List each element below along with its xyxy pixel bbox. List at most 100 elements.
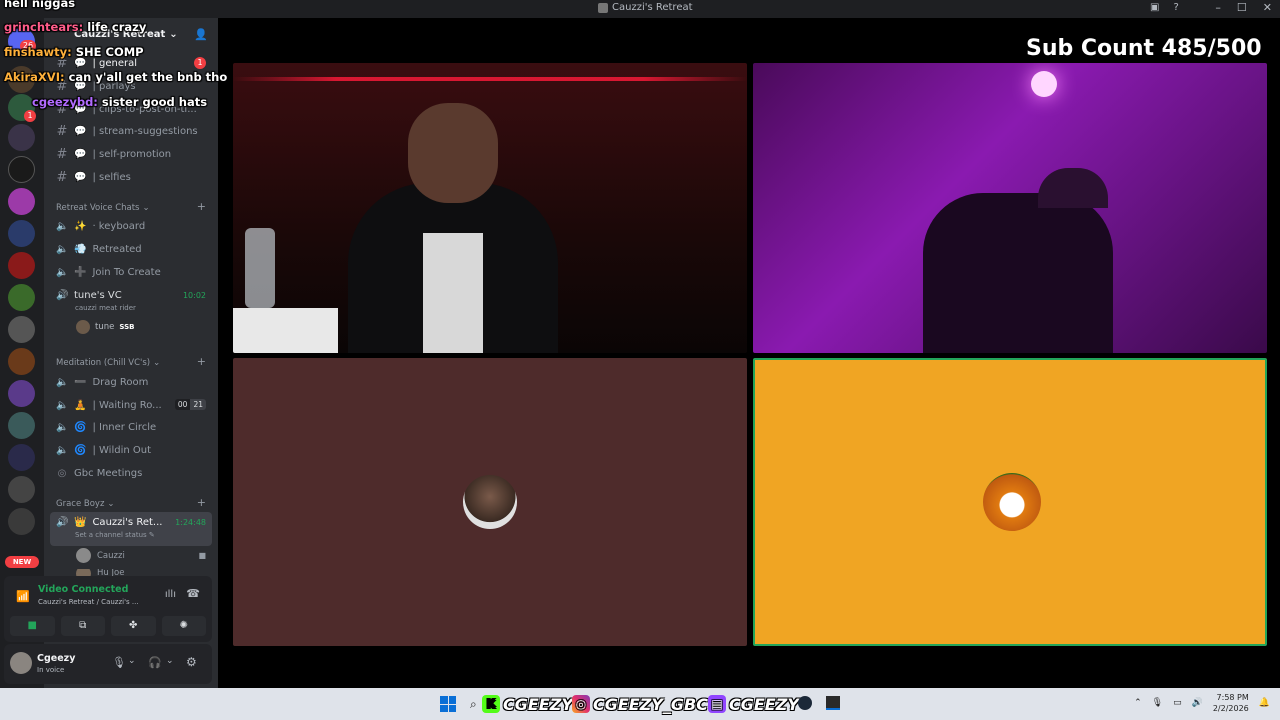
member-tag: SSB: [119, 323, 135, 331]
channel-label: | Wildin Out: [92, 444, 151, 456]
channel-label: | Inner Circle: [92, 421, 157, 433]
vc-timer: 1:24:48: [175, 518, 206, 527]
server-icon[interactable]: [8, 156, 35, 183]
channel-self-promotion[interactable]: # 💬 | self-promotion: [56, 144, 172, 164]
category-meditation[interactable]: Meditation (Chill VC's) ⌄: [56, 358, 160, 368]
voice-channel-cauzzis-retreat[interactable]: 🔊 👑 Cauzzi's Ret...: [56, 512, 162, 532]
video-tile-camera-1[interactable]: [233, 63, 747, 353]
dm-badge: 1: [24, 110, 36, 122]
username[interactable]: Cgeezy: [37, 653, 75, 664]
help-icon[interactable]: ?: [1173, 2, 1178, 13]
chevron-up-icon[interactable]: ⌃: [1134, 698, 1142, 708]
channel-selfies[interactable]: # 💬 | selfies: [56, 167, 131, 187]
twitch-label: CGEEZY: [729, 694, 799, 714]
mic-icon[interactable]: 🎙: [112, 656, 126, 669]
new-badge: NEW: [5, 556, 39, 568]
activities-button[interactable]: ✤: [111, 616, 156, 636]
vc-member[interactable]: Cauzzi: [76, 548, 125, 563]
clock[interactable]: 7:58 PM 2/2/2026: [1213, 692, 1249, 714]
channel-label: Join To Create: [92, 266, 161, 278]
headphones-icon[interactable]: 🎧: [148, 656, 162, 669]
noise-suppression-icon[interactable]: ıllı: [165, 589, 176, 600]
server-icon[interactable]: [8, 252, 35, 279]
voice-channel-inner-circle[interactable]: 🔈 🌀 | Inner Circle: [56, 417, 156, 437]
search-icon[interactable]: ⌕: [470, 697, 477, 712]
channel-emoji: 💬: [74, 57, 87, 69]
add-channel-icon[interactable]: +: [197, 355, 206, 368]
terminal-icon[interactable]: [826, 696, 840, 710]
water-bottle: [245, 228, 275, 308]
channel-label: Drag Room: [92, 376, 149, 388]
video-tile-camera-2[interactable]: [753, 63, 1267, 353]
chat-text: life crazy: [87, 20, 147, 34]
server-icon[interactable]: [8, 316, 35, 343]
voice-channel-wildin-out[interactable]: 🔈 🌀 | Wildin Out: [56, 440, 151, 460]
server-icon[interactable]: [8, 508, 35, 535]
user-count: 00: [174, 399, 191, 410]
channel-label: | stream-suggestions: [92, 125, 198, 137]
voice-location[interactable]: Cauzzi's Retreat / Cauzzi's ...: [38, 598, 139, 606]
volume-icon[interactable]: 🔊: [1192, 698, 1203, 708]
server-icon[interactable]: [8, 476, 35, 503]
clock-date: 2/2/2026: [1212, 704, 1249, 713]
voice-channel-join-to-create[interactable]: 🔈 ➕ Join To Create: [56, 262, 161, 282]
voice-status[interactable]: Video Connected: [38, 584, 128, 595]
add-channel-icon[interactable]: +: [197, 496, 206, 509]
video-icon: ■: [198, 551, 206, 560]
display-icon[interactable]: ▭: [1173, 698, 1182, 708]
instagram-label: CGEEZY_GBC: [593, 694, 708, 714]
server-icon[interactable]: [8, 124, 35, 151]
voice-channel-keyboard[interactable]: 🔈 ✨ · keyboard: [56, 216, 145, 236]
server-icon[interactable]: [8, 220, 35, 247]
gear-icon[interactable]: ⚙: [186, 655, 197, 669]
add-channel-icon[interactable]: +: [197, 200, 206, 213]
avatar: [76, 320, 90, 334]
chevron-down-icon: ⌄: [169, 29, 178, 40]
instagram-icon: ◎: [572, 695, 590, 713]
vc-member[interactable]: tune SSB: [76, 320, 134, 334]
pumpkin-avatar: [983, 473, 1041, 531]
windows-start-icon[interactable]: [440, 696, 456, 712]
stage-icon: ◎: [57, 467, 67, 479]
voice-channel-waiting-room[interactable]: 🔈 🧘 | Waiting Ro...: [56, 395, 162, 415]
category-label: Meditation (Chill VC's): [56, 358, 151, 368]
channel-stream-suggestions[interactable]: # 💬 | stream-suggestions: [56, 121, 198, 141]
server-icon[interactable]: [8, 444, 35, 471]
close-button[interactable]: ✕: [1263, 1, 1272, 14]
steam-icon[interactable]: [798, 696, 812, 710]
invite-icon[interactable]: 👤: [194, 28, 208, 41]
avatar[interactable]: [10, 652, 32, 674]
server-icon[interactable]: [8, 348, 35, 375]
category-retreat-voice[interactable]: Retreat Voice Chats ⌄: [56, 203, 150, 213]
maximize-button[interactable]: ☐: [1237, 1, 1247, 14]
soundboard-button[interactable]: ✺: [161, 616, 206, 636]
mic-icon[interactable]: 🎙: [1152, 698, 1163, 708]
set-channel-status[interactable]: Set a channel status ✎: [75, 531, 155, 539]
inbox-icon[interactable]: ▣: [1150, 2, 1159, 13]
video-tile-avatar-2[interactable]: [753, 358, 1267, 646]
category-grace-boyz[interactable]: Grace Boyz ⌄: [56, 499, 115, 509]
chevron-down-icon[interactable]: ⌄: [128, 656, 136, 666]
video-tile-avatar-1[interactable]: [233, 358, 747, 646]
camera-button[interactable]: ■: [10, 616, 55, 636]
voice-channel-retreated[interactable]: 🔈 💨 Retreated: [56, 239, 142, 259]
speaker-icon: 🔊: [56, 516, 69, 528]
bell-icon[interactable]: 🔔: [1259, 698, 1270, 708]
server-icon[interactable]: [8, 188, 35, 215]
avatar: [76, 548, 91, 563]
screen-share-button[interactable]: ⧉: [60, 616, 105, 636]
minimize-button[interactable]: –: [1215, 1, 1221, 14]
video-grid: [218, 18, 1280, 688]
chevron-down-icon[interactable]: ⌄: [166, 656, 174, 666]
stage-channel-gbc-meetings[interactable]: ◎ Gbc Meetings: [56, 463, 143, 483]
server-icon[interactable]: [8, 284, 35, 311]
clock-time: 7:58 PM: [1216, 693, 1249, 702]
server-icon[interactable]: [8, 380, 35, 407]
window-title: Cauzzi's Retreat: [598, 2, 693, 13]
voice-channel-tunes-vc[interactable]: 🔊 tune's VC: [56, 285, 122, 305]
disconnect-icon[interactable]: ☎: [186, 587, 200, 600]
voice-channel-drag-room[interactable]: 🔈 ➖ Drag Room: [56, 372, 148, 392]
hash-icon: #: [56, 146, 68, 162]
server-icon[interactable]: [8, 412, 35, 439]
white-shirt: [423, 233, 483, 353]
